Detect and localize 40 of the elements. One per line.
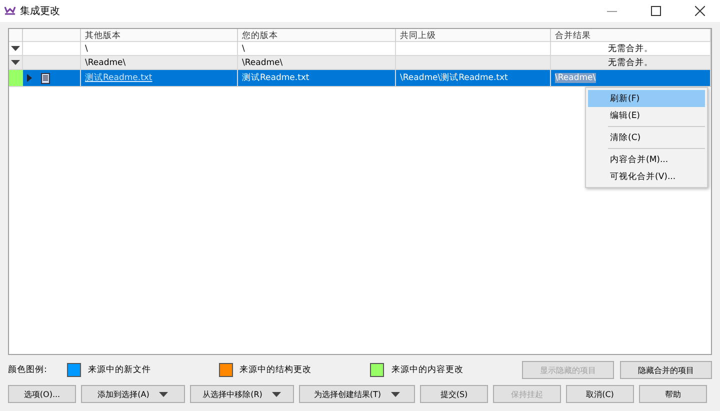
- table-cell: \: [85, 44, 88, 54]
- table-cell: 无需合并。: [608, 56, 653, 68]
- table-cell: 测试Readme.txt: [242, 72, 310, 84]
- dialog-button[interactable]: 从选择中移除(R): [190, 385, 294, 403]
- expand-icon[interactable]: [27, 74, 32, 82]
- menu-item[interactable]: 编辑(E): [588, 107, 705, 124]
- dialog-button[interactable]: 添加到选择(A): [81, 385, 185, 403]
- dialog-button[interactable]: 选项(O)...: [8, 385, 76, 403]
- table-row[interactable]: \ \ 无需合并。: [9, 42, 711, 56]
- legend-text: 来源中的结构更改: [240, 364, 312, 376]
- file-icon: [41, 72, 50, 84]
- window-title: 集成更改: [20, 4, 61, 18]
- table-cell: \Readme\: [555, 73, 596, 83]
- table-row[interactable]: 测试Readme.txt 测试Readme.txt \Readme\测试Readme.txt \Readme\: [9, 70, 711, 87]
- caret-icon: [272, 392, 282, 396]
- legend-text: 来源中的新文件: [88, 364, 151, 376]
- file-link[interactable]: 测试Readme.txt: [85, 72, 152, 84]
- dialog-button[interactable]: 提交(S): [420, 385, 488, 403]
- legend-text: 来源中的内容更改: [391, 364, 464, 376]
- menu-item[interactable]: 内容合并(M)...: [588, 151, 705, 168]
- dialog-button[interactable]: 为选择创建结果(T): [299, 385, 415, 403]
- table-cell: \: [242, 44, 245, 54]
- menu-item[interactable]: 清除(C): [588, 129, 705, 146]
- legend-label: 颜色图例:: [8, 364, 48, 376]
- table-cell: \Readme\: [242, 58, 283, 68]
- caret-icon: [159, 392, 168, 396]
- dialog-button[interactable]: 取消(C): [566, 385, 634, 403]
- menu-item[interactable]: 刷新(F): [588, 90, 705, 107]
- table-cell: 无需合并。: [608, 42, 653, 54]
- table-cell: \Readme\测试Readme.txt: [400, 72, 508, 84]
- dialog-button[interactable]: 帮助: [639, 385, 707, 403]
- minimize-icon[interactable]: [607, 10, 617, 12]
- caret-icon: [391, 392, 400, 396]
- toggle-button[interactable]: 隐藏合并的项目: [620, 361, 712, 379]
- table-row[interactable]: \Readme\ \Readme\ 无需合并。: [9, 56, 711, 70]
- close-icon[interactable]: [695, 6, 705, 16]
- table-cell: \Readme\: [85, 58, 126, 68]
- maximize-icon[interactable]: [651, 6, 661, 16]
- menu-item[interactable]: 可视化合并(V)...: [588, 168, 705, 185]
- app-icon: [4, 6, 16, 16]
